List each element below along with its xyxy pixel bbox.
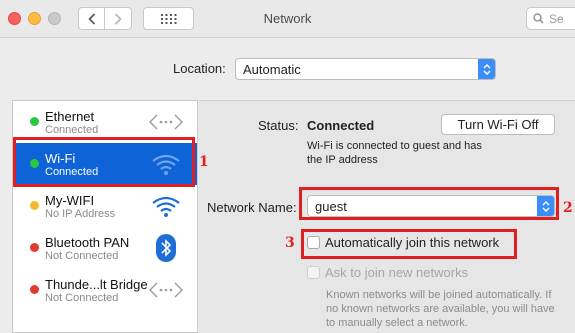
status-description: Wi-Fi is connected to guest and has the … <box>307 140 482 166</box>
service-item-my-wifi[interactable]: My-WIFI No IP Address <box>13 185 197 227</box>
service-item-bluetooth-pan[interactable]: Bluetooth PAN Not Connected <box>13 227 197 269</box>
service-name: Thunde...lt Bridge <box>45 277 148 292</box>
status-dot <box>30 243 39 252</box>
turn-wifi-off-button[interactable]: Turn Wi-Fi Off <box>441 114 555 135</box>
location-value: Automatic <box>243 61 301 77</box>
status-dot <box>30 201 39 210</box>
service-status: Connected <box>45 124 99 136</box>
annotation-box-1 <box>13 137 195 187</box>
annotation-number-1: 1 <box>199 154 209 170</box>
service-name: Bluetooth PAN <box>45 235 130 250</box>
status-dot <box>30 117 39 126</box>
service-list: Ethernet Connected Wi-Fi Connected My-WI… <box>12 100 198 333</box>
ask-join-checkbox[interactable]: Ask to join new networks <box>307 265 468 280</box>
annotation-box-2 <box>299 187 559 220</box>
service-status: No IP Address <box>45 208 116 220</box>
status-value: Connected <box>307 118 375 133</box>
ask-join-hint: Known networks will be joined automatica… <box>326 289 555 329</box>
wifi-icon <box>149 193 183 219</box>
search-icon <box>533 13 544 24</box>
location-label: Location: <box>173 61 226 76</box>
annotation-number-3: 3 <box>285 235 295 251</box>
status-dot <box>30 285 39 294</box>
service-name: My-WIFI <box>45 193 95 208</box>
ask-join-label: Ask to join new networks <box>325 265 469 280</box>
network-name-label: Network Name: <box>207 200 297 215</box>
ethernet-arrows-icon <box>149 109 183 135</box>
title-bar: Network Se <box>0 0 575 38</box>
search-placeholder: Se <box>549 11 564 26</box>
status-label: Status: <box>258 118 299 133</box>
location-select[interactable]: Automatic <box>235 58 496 80</box>
checkbox-box[interactable] <box>307 266 320 279</box>
service-item-thunderbolt-bridge[interactable]: Thunde...lt Bridge Not Connected <box>13 269 197 311</box>
thunderbolt-arrows-icon <box>149 277 183 303</box>
service-status: Not Connected <box>45 292 119 304</box>
service-name: Ethernet <box>45 109 95 124</box>
service-status: Not Connected <box>45 250 119 262</box>
search-field[interactable]: Se <box>526 7 575 30</box>
bluetooth-icon <box>149 234 183 262</box>
window-title: Network <box>263 11 312 26</box>
annotation-number-2: 2 <box>563 200 573 216</box>
annotation-box-3 <box>301 229 517 259</box>
updown-chevron-icon <box>478 59 495 79</box>
